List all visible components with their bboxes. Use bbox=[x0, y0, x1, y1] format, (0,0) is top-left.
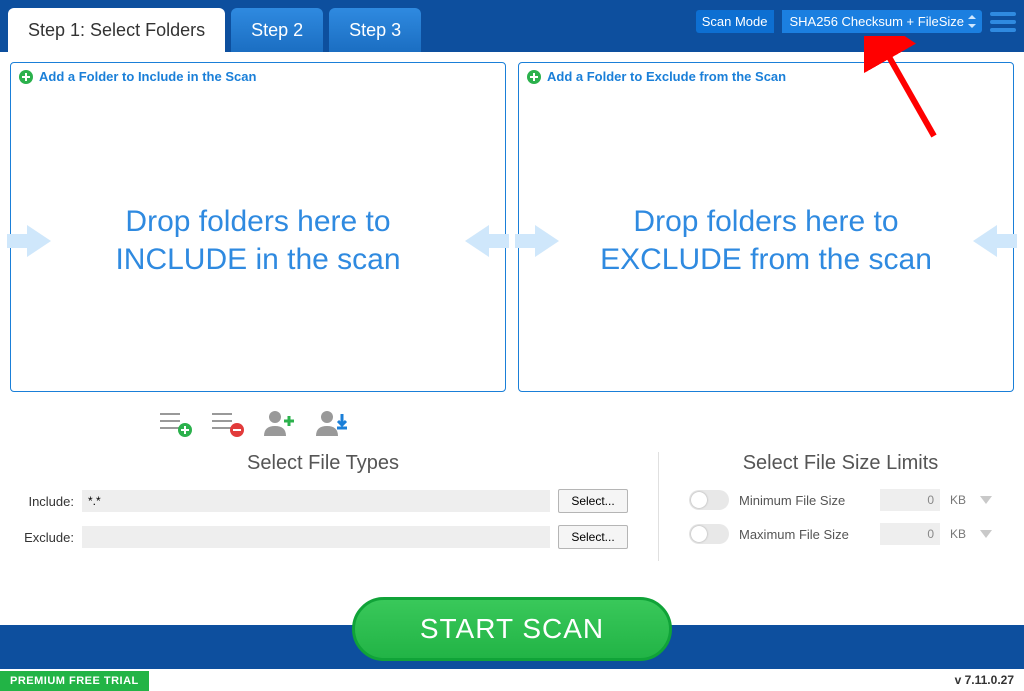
arrow-left-icon bbox=[465, 225, 489, 257]
tab-step-2[interactable]: Step 2 bbox=[231, 8, 323, 52]
add-include-label: Add a Folder to Include in the Scan bbox=[39, 69, 256, 84]
include-types-label: Include: bbox=[18, 494, 74, 509]
top-bar: Step 1: Select Folders Step 2 Step 3 Sca… bbox=[0, 0, 1024, 52]
min-size-label: Minimum File Size bbox=[739, 493, 870, 508]
exclude-drop-body: Drop folders here to EXCLUDE from the sc… bbox=[519, 90, 1013, 391]
max-size-dropdown-icon[interactable] bbox=[980, 530, 992, 538]
exclude-types-select-button[interactable]: Select... bbox=[558, 525, 628, 549]
file-types-section: Select File Types Include: Select... Exc… bbox=[18, 452, 658, 561]
include-types-select-button[interactable]: Select... bbox=[558, 489, 628, 513]
start-scan-button[interactable]: START SCAN bbox=[352, 597, 672, 661]
footer: v 7.11.0.27 bbox=[0, 669, 1024, 691]
max-size-input[interactable] bbox=[880, 523, 940, 545]
folder-list-actions bbox=[158, 408, 1024, 438]
exclude-types-input[interactable] bbox=[82, 526, 550, 548]
add-user-icon[interactable] bbox=[262, 408, 296, 438]
version-label: v 7.11.0.27 bbox=[955, 673, 1014, 687]
max-size-unit[interactable]: KB bbox=[950, 527, 970, 541]
file-size-section: Select File Size Limits Minimum File Siz… bbox=[658, 452, 992, 561]
min-size-dropdown-icon[interactable] bbox=[980, 496, 992, 504]
include-drop-text: Drop folders here to INCLUDE in the scan bbox=[63, 203, 453, 278]
add-exclude-folder-button[interactable]: Add a Folder to Exclude from the Scan bbox=[519, 63, 1013, 90]
min-size-toggle[interactable] bbox=[689, 490, 729, 510]
exclude-dropzone[interactable]: Add a Folder to Exclude from the Scan Dr… bbox=[518, 62, 1014, 392]
arrow-left-icon bbox=[973, 225, 997, 257]
max-size-toggle[interactable] bbox=[689, 524, 729, 544]
add-list-icon[interactable] bbox=[158, 408, 192, 438]
remove-list-icon[interactable] bbox=[210, 408, 244, 438]
scan-mode-label: Scan Mode bbox=[696, 10, 774, 33]
start-bar: START SCAN bbox=[0, 625, 1024, 669]
arrow-right-icon bbox=[535, 225, 559, 257]
exclude-drop-text: Drop folders here to EXCLUDE from the sc… bbox=[571, 203, 961, 278]
include-drop-body: Drop folders here to INCLUDE in the scan bbox=[11, 90, 505, 391]
trial-badge[interactable]: PREMIUM FREE TRIAL bbox=[0, 671, 149, 691]
menu-icon[interactable] bbox=[990, 12, 1016, 32]
plus-icon bbox=[527, 70, 541, 84]
file-types-title: Select File Types bbox=[18, 452, 628, 475]
add-include-folder-button[interactable]: Add a Folder to Include in the Scan bbox=[11, 63, 505, 90]
exclude-types-label: Exclude: bbox=[18, 530, 74, 545]
import-user-icon[interactable] bbox=[314, 408, 348, 438]
include-dropzone[interactable]: Add a Folder to Include in the Scan Drop… bbox=[10, 62, 506, 392]
min-size-unit[interactable]: KB bbox=[950, 493, 970, 507]
arrow-right-icon bbox=[27, 225, 51, 257]
max-size-label: Maximum File Size bbox=[739, 527, 870, 542]
plus-icon bbox=[19, 70, 33, 84]
min-size-input[interactable] bbox=[880, 489, 940, 511]
add-exclude-label: Add a Folder to Exclude from the Scan bbox=[547, 69, 786, 84]
tab-step-1[interactable]: Step 1: Select Folders bbox=[8, 8, 225, 52]
main-area: Add a Folder to Include in the Scan Drop… bbox=[0, 52, 1024, 402]
file-size-title: Select File Size Limits bbox=[689, 452, 992, 475]
tab-step-3[interactable]: Step 3 bbox=[329, 8, 421, 52]
scan-mode-select[interactable]: SHA256 Checksum + FileSize bbox=[782, 10, 983, 33]
filters-area: Select File Types Include: Select... Exc… bbox=[0, 452, 1010, 579]
include-types-input[interactable] bbox=[82, 490, 550, 512]
